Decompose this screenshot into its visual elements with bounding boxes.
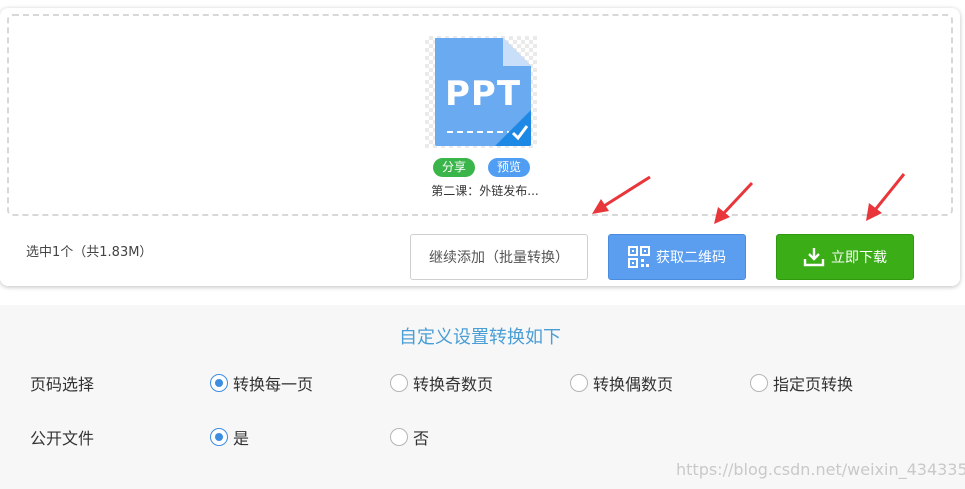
radio-dot (570, 374, 588, 392)
radio-label: 是 (233, 429, 250, 448)
radio-label: 转换奇数页 (413, 375, 494, 394)
download-now-button[interactable]: 立即下载 (776, 234, 914, 280)
radio-odd-pages[interactable]: 转换奇数页 (390, 371, 493, 395)
watermark: https://blog.csdn.net/weixin_43433528 (676, 460, 965, 479)
settings-title: 自定义设置转换如下 (399, 327, 561, 348)
page-select-label: 页码选择 (30, 375, 95, 394)
get-qrcode-label: 获取二维码 (656, 250, 726, 266)
share-tag[interactable]: 分享 (433, 158, 476, 177)
ppt-label: PPT (444, 74, 522, 114)
radio-label: 指定页转换 (773, 375, 854, 394)
radio-dot (210, 374, 228, 392)
file-thumbnail[interactable]: PPT (425, 36, 537, 148)
radio-label: 否 (413, 429, 430, 448)
download-now-label: 立即下载 (831, 250, 887, 266)
radio-label: 转换偶数页 (593, 375, 674, 394)
upload-card: PPT 分享 预览 第二课：外链发布... 选中1个（共1.83M） 继续添加（… (0, 8, 960, 286)
radio-dot (390, 428, 408, 446)
radio-dot (390, 374, 408, 392)
radio-label: 转换每一页 (233, 375, 314, 394)
radio-even-pages[interactable]: 转换偶数页 (570, 371, 673, 395)
continue-add-label: 继续添加（批量转换） (429, 250, 569, 266)
get-qrcode-button[interactable]: 获取二维码 (608, 234, 746, 280)
radio-public-yes[interactable]: 是 (210, 425, 249, 449)
selected-count: 选中1个（共1.83M） (26, 245, 153, 260)
continue-add-button[interactable]: 继续添加（批量转换） (410, 234, 588, 280)
preview-tag[interactable]: 预览 (488, 158, 531, 177)
file-name: 第二课：外链发布... (431, 184, 539, 198)
radio-every-page[interactable]: 转换每一页 (210, 371, 313, 395)
qrcode-icon (628, 246, 650, 268)
radio-dot (210, 428, 228, 446)
download-icon (803, 247, 825, 267)
public-file-label: 公开文件 (30, 429, 95, 448)
radio-specific-pages[interactable]: 指定页转换 (750, 371, 853, 395)
radio-dot (750, 374, 768, 392)
radio-public-no[interactable]: 否 (390, 425, 429, 449)
